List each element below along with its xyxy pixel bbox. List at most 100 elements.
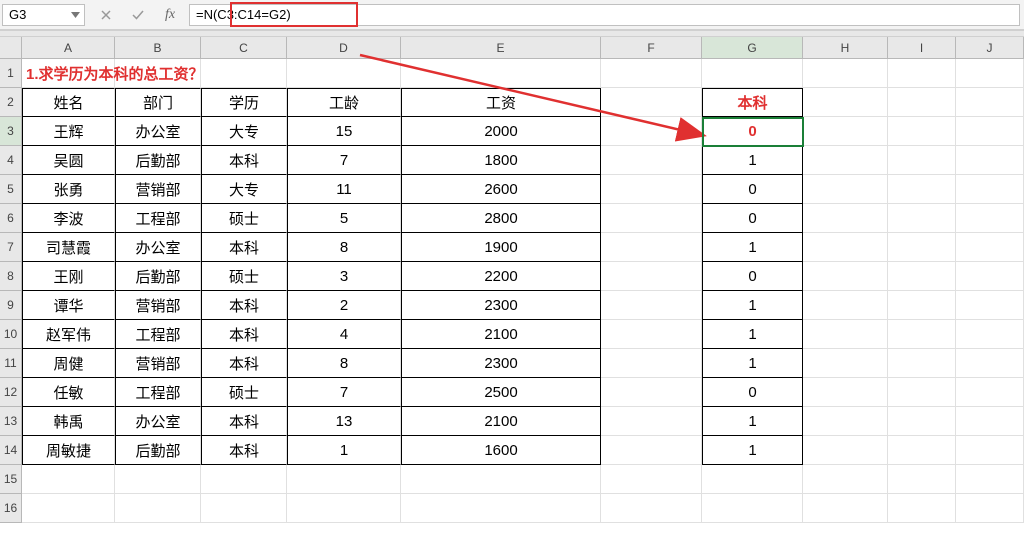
row-header-3[interactable]: 3 [0, 117, 22, 146]
cancel-icon[interactable] [97, 9, 115, 21]
cell-B8[interactable]: 后勤部 [115, 262, 201, 291]
cell-B16[interactable] [115, 494, 201, 523]
cell-J6[interactable] [956, 204, 1024, 233]
cell-I16[interactable] [888, 494, 956, 523]
cell-G7[interactable]: 1 [702, 233, 803, 262]
cell-E3[interactable]: 2000 [401, 117, 601, 146]
cell-D5[interactable]: 11 [287, 175, 401, 204]
cell-H2[interactable] [803, 88, 888, 117]
cell-I13[interactable] [888, 407, 956, 436]
cell-D6[interactable]: 5 [287, 204, 401, 233]
cell-A1[interactable]: 1.求学历为本科的总工资？ [22, 59, 115, 88]
cell-G13[interactable]: 1 [702, 407, 803, 436]
cell-H10[interactable] [803, 320, 888, 349]
cell-G11[interactable]: 1 [702, 349, 803, 378]
cell-I11[interactable] [888, 349, 956, 378]
cell-G12[interactable]: 0 [702, 378, 803, 407]
cell-I7[interactable] [888, 233, 956, 262]
cell-J16[interactable] [956, 494, 1024, 523]
cell-E1[interactable] [401, 59, 601, 88]
cell-J9[interactable] [956, 291, 1024, 320]
cell-J11[interactable] [956, 349, 1024, 378]
cell-H8[interactable] [803, 262, 888, 291]
cell-B7[interactable]: 办公室 [115, 233, 201, 262]
cell-B9[interactable]: 营销部 [115, 291, 201, 320]
fx-icon[interactable]: fx [161, 7, 179, 23]
cell-G1[interactable] [702, 59, 803, 88]
cell-F13[interactable] [601, 407, 702, 436]
cell-F14[interactable] [601, 436, 702, 465]
cell-B3[interactable]: 办公室 [115, 117, 201, 146]
cell-D2[interactable]: 工龄 [287, 88, 401, 117]
cell-B11[interactable]: 营销部 [115, 349, 201, 378]
column-header-J[interactable]: J [956, 37, 1024, 59]
cell-F7[interactable] [601, 233, 702, 262]
cell-D11[interactable]: 8 [287, 349, 401, 378]
cell-C5[interactable]: 大专 [201, 175, 287, 204]
cell-E12[interactable]: 2500 [401, 378, 601, 407]
row-header-11[interactable]: 11 [0, 349, 22, 378]
name-box[interactable]: G3 [2, 4, 85, 26]
cell-C15[interactable] [201, 465, 287, 494]
cell-A11[interactable]: 周健 [22, 349, 115, 378]
cell-I15[interactable] [888, 465, 956, 494]
cell-F2[interactable] [601, 88, 702, 117]
cell-C6[interactable]: 硕士 [201, 204, 287, 233]
cell-J4[interactable] [956, 146, 1024, 175]
cell-E11[interactable]: 2300 [401, 349, 601, 378]
cell-I4[interactable] [888, 146, 956, 175]
cell-G16[interactable] [702, 494, 803, 523]
cell-H1[interactable] [803, 59, 888, 88]
cell-C2[interactable]: 学历 [201, 88, 287, 117]
cell-A3[interactable]: 王辉 [22, 117, 115, 146]
cell-I6[interactable] [888, 204, 956, 233]
cell-C4[interactable]: 本科 [201, 146, 287, 175]
cell-J5[interactable] [956, 175, 1024, 204]
cell-F4[interactable] [601, 146, 702, 175]
cell-A8[interactable]: 王刚 [22, 262, 115, 291]
cell-D13[interactable]: 13 [287, 407, 401, 436]
cell-D4[interactable]: 7 [287, 146, 401, 175]
cell-A16[interactable] [22, 494, 115, 523]
row-header-1[interactable]: 1 [0, 59, 22, 88]
cell-G5[interactable]: 0 [702, 175, 803, 204]
name-box-dropdown-icon[interactable] [68, 8, 82, 22]
cell-J15[interactable] [956, 465, 1024, 494]
cell-E10[interactable]: 2100 [401, 320, 601, 349]
cell-E13[interactable]: 2100 [401, 407, 601, 436]
cell-D7[interactable]: 8 [287, 233, 401, 262]
cell-J13[interactable] [956, 407, 1024, 436]
cell-F8[interactable] [601, 262, 702, 291]
cell-A15[interactable] [22, 465, 115, 494]
cell-D8[interactable]: 3 [287, 262, 401, 291]
cell-E16[interactable] [401, 494, 601, 523]
cell-J8[interactable] [956, 262, 1024, 291]
column-header-G[interactable]: G [702, 37, 803, 59]
row-header-13[interactable]: 13 [0, 407, 22, 436]
cell-C12[interactable]: 硕士 [201, 378, 287, 407]
cell-C11[interactable]: 本科 [201, 349, 287, 378]
cell-B2[interactable]: 部门 [115, 88, 201, 117]
row-header-8[interactable]: 8 [0, 262, 22, 291]
cell-I5[interactable] [888, 175, 956, 204]
cell-A12[interactable]: 任敏 [22, 378, 115, 407]
cell-I8[interactable] [888, 262, 956, 291]
cell-G4[interactable]: 1 [702, 146, 803, 175]
cell-J2[interactable] [956, 88, 1024, 117]
cell-D3[interactable]: 15 [287, 117, 401, 146]
cell-I14[interactable] [888, 436, 956, 465]
select-all-corner[interactable] [0, 37, 22, 59]
cell-J12[interactable] [956, 378, 1024, 407]
cell-F15[interactable] [601, 465, 702, 494]
cell-I12[interactable] [888, 378, 956, 407]
cell-D14[interactable]: 1 [287, 436, 401, 465]
cell-F12[interactable] [601, 378, 702, 407]
cell-D15[interactable] [287, 465, 401, 494]
cell-E15[interactable] [401, 465, 601, 494]
cell-G2[interactable]: 本科 [702, 88, 803, 117]
cell-C14[interactable]: 本科 [201, 436, 287, 465]
cell-B12[interactable]: 工程部 [115, 378, 201, 407]
cell-F6[interactable] [601, 204, 702, 233]
cell-G9[interactable]: 1 [702, 291, 803, 320]
cell-F9[interactable] [601, 291, 702, 320]
